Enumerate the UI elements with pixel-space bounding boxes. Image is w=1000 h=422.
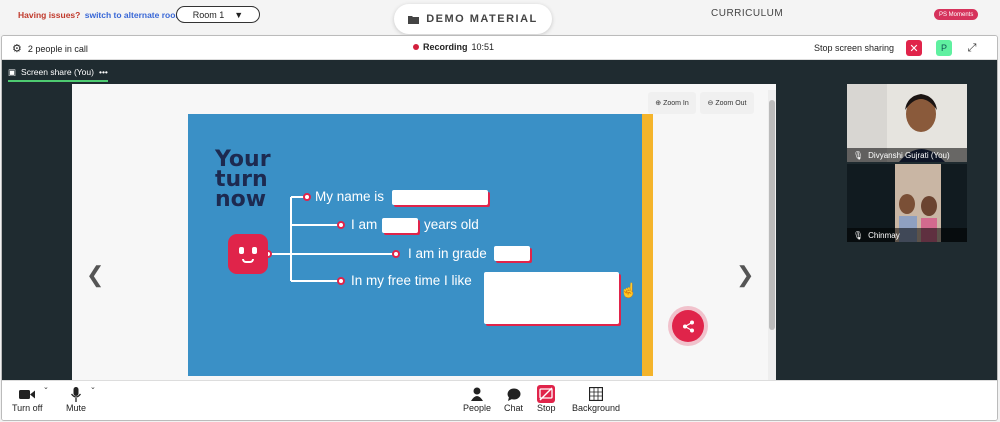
- zoom-out-icon: ⊖: [707, 100, 714, 107]
- slide: Your turn now My name is I am years old …: [188, 114, 653, 376]
- chat-button[interactable]: Chat: [504, 385, 523, 413]
- shared-screen: ⊕ Zoom In ⊖ Zoom Out ❮ ❯ Your turn now M…: [72, 84, 776, 380]
- monitor-icon: ▣: [8, 66, 17, 77]
- background-grid-icon: [587, 385, 605, 403]
- hand-cursor-icon: ☝: [620, 282, 638, 298]
- slide-edge-strip: [642, 114, 653, 376]
- prompt-age-end: years old: [424, 217, 479, 232]
- top-bar: Having issues? switch to alternate room …: [0, 0, 1000, 34]
- call-toolbar: Turn off ⌄ Mute ⌄ People Chat Stop Backg…: [2, 380, 997, 420]
- zoom-in-button[interactable]: ⊕ Zoom In: [648, 92, 696, 114]
- stop-share-button[interactable]: Stop: [537, 385, 556, 413]
- recording-dot-icon: [413, 44, 419, 50]
- turn-off-label: Turn off: [12, 403, 43, 413]
- background-label: Background: [572, 403, 621, 413]
- microphone-icon: 🎙: [853, 150, 864, 160]
- issues-notice: Having issues? switch to alternate room: [18, 10, 183, 20]
- screen-share-tab-label: Screen share (You): [21, 67, 94, 77]
- participant-name-bar: 🎙 Chinmay: [847, 228, 967, 242]
- prompt-name: My name is: [315, 189, 385, 204]
- participant-badge[interactable]: P: [936, 40, 952, 56]
- zoom-in-label: Zoom In: [663, 99, 689, 107]
- room-select-value: Room 1: [192, 9, 225, 20]
- room-select[interactable]: Room 1 ▼: [176, 6, 260, 23]
- expand-icon[interactable]: ⤢: [964, 40, 980, 56]
- prompt-age-start: I am: [351, 217, 378, 232]
- stop-screen-sharing-label: Stop screen sharing: [814, 43, 895, 53]
- chat-label: Chat: [504, 403, 524, 413]
- video-camera-icon: [18, 385, 36, 403]
- robot-icon: [228, 234, 268, 274]
- people-label: People: [463, 403, 492, 413]
- stop-screen-share-icon: [537, 385, 556, 403]
- participant-name-bar: 🎙 Divyanshi Gujrati (You): [847, 148, 967, 162]
- stage: ▣ Screen share (You) ••• ⊕ Zoom In ⊖ Zoo…: [2, 60, 997, 380]
- camera-options-chevron-icon[interactable]: ⌄: [43, 383, 49, 391]
- prompt-free-time: In my free time I like: [351, 273, 472, 288]
- call-header: ⚙ 2 people in call Recording 10:51 Stop …: [2, 36, 997, 60]
- settings-gear-icon[interactable]: ⚙: [12, 42, 22, 55]
- name-blank: [392, 190, 488, 205]
- zoom-in-icon: ⊕: [655, 100, 662, 107]
- camera-toggle-button[interactable]: Turn off: [12, 385, 43, 413]
- demo-material-label: DEMO MATERIAL: [426, 13, 538, 25]
- scrollbar[interactable]: [768, 90, 776, 380]
- stop-label: Stop: [537, 403, 556, 413]
- person-icon: [468, 385, 486, 403]
- issues-text: Having issues?: [18, 10, 81, 20]
- chat-bubble-icon: [505, 385, 523, 403]
- microphone-icon: 🎙: [853, 230, 864, 240]
- participant-tile[interactable]: 🎙 Divyanshi Gujrati (You): [847, 84, 967, 162]
- grade-blank: [494, 246, 530, 261]
- demo-material-button[interactable]: DEMO MATERIAL: [394, 4, 552, 34]
- previous-slide-arrow-icon[interactable]: ❮: [86, 262, 104, 288]
- recording-status: Recording 10:51: [413, 42, 494, 52]
- zoom-out-button[interactable]: ⊖ Zoom Out: [700, 92, 754, 114]
- mic-options-chevron-icon[interactable]: ⌄: [90, 383, 96, 391]
- call-window: ⚙ 2 people in call Recording 10:51 Stop …: [1, 35, 998, 421]
- people-button[interactable]: People: [463, 385, 491, 413]
- free-time-blank: [484, 272, 619, 324]
- recording-time: 10:51: [471, 42, 495, 52]
- moments-badge[interactable]: PS Moments: [934, 9, 979, 20]
- mute-button[interactable]: Mute: [66, 385, 86, 413]
- background-button[interactable]: Background: [572, 385, 620, 413]
- share-icon: [682, 320, 694, 332]
- folder-icon: [408, 15, 420, 24]
- tab-screen-share[interactable]: ▣ Screen share (You) •••: [8, 66, 108, 82]
- microphone-icon: [67, 385, 85, 403]
- stop-sharing-close-button[interactable]: ✕: [906, 40, 922, 56]
- people-count: ⚙ 2 people in call: [12, 42, 88, 55]
- more-options-icon[interactable]: •••: [99, 67, 108, 77]
- dropdown-arrow-icon: ▼: [234, 9, 244, 20]
- app-root: Having issues? switch to alternate room …: [0, 0, 1000, 422]
- zoom-out-label: Zoom Out: [715, 99, 747, 107]
- age-blank: [382, 218, 418, 233]
- moments-badge-label: PS Moments: [939, 11, 974, 18]
- next-slide-arrow-icon[interactable]: ❯: [736, 262, 754, 288]
- prompt-grade: I am in grade: [408, 246, 487, 261]
- curriculum-link[interactable]: CURRICULUM: [711, 8, 783, 19]
- scrollbar-thumb[interactable]: [769, 100, 775, 330]
- participant-name: Chinmay: [868, 230, 900, 240]
- people-count-label: 2 people in call: [27, 43, 88, 54]
- mute-label: Mute: [66, 403, 87, 413]
- share-button[interactable]: [672, 310, 704, 342]
- alternate-room-link[interactable]: switch to alternate room: [85, 10, 183, 20]
- recording-label: Recording: [423, 42, 468, 52]
- participant-name: Divyanshi Gujrati (You): [868, 150, 950, 160]
- participant-tile[interactable]: 🎙 Chinmay: [847, 164, 967, 242]
